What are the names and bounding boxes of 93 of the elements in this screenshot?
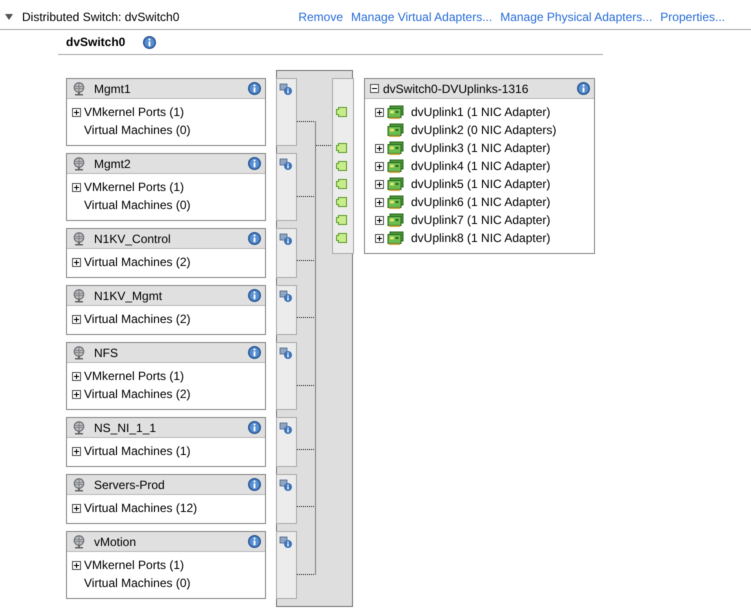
- uplink-port-icon[interactable]: [336, 143, 347, 153]
- network-icon: [72, 156, 86, 170]
- port-group-slot: [276, 474, 297, 524]
- network-icon: [72, 82, 86, 96]
- uplink-port-icon[interactable]: [336, 215, 347, 225]
- expand-icon[interactable]: [375, 144, 384, 152]
- info-icon[interactable]: [143, 36, 156, 48]
- collapse-icon[interactable]: [4, 12, 14, 22]
- nic-card-icon: [387, 141, 404, 155]
- tree-item[interactable]: Virtual Machines (12): [84, 499, 198, 517]
- port-group-icon[interactable]: [280, 422, 292, 434]
- info-icon[interactable]: [248, 535, 261, 548]
- tree-item[interactable]: VMkernel Ports (1): [84, 103, 184, 121]
- expand-icon[interactable]: [375, 108, 384, 116]
- network-icon: [72, 478, 86, 492]
- port-group-slot: [276, 417, 297, 467]
- action-link[interactable]: Manage Physical Adapters...: [500, 8, 652, 26]
- expand-icon[interactable]: [72, 504, 81, 512]
- expand-icon[interactable]: [72, 560, 81, 570]
- expand-icon[interactable]: [375, 180, 384, 188]
- network-icon: [72, 420, 86, 434]
- info-icon[interactable]: [248, 421, 261, 434]
- port-group-slot: [276, 78, 297, 146]
- section-title: Distributed Switch: dvSwitch0: [22, 9, 180, 26]
- port-group-icon[interactable]: [280, 84, 292, 95]
- info-icon[interactable]: [248, 478, 261, 491]
- uplink-item[interactable]: dvUplink2 (0 NIC Adapters): [411, 121, 556, 139]
- collapse-icon[interactable]: [370, 84, 379, 93]
- nic-card-icon: [387, 123, 404, 137]
- tree-item[interactable]: Virtual Machines (2): [84, 253, 190, 271]
- uplink-item[interactable]: dvUplink1 (1 NIC Adapter): [411, 103, 550, 121]
- info-icon[interactable]: [248, 157, 261, 170]
- nic-card-icon: [387, 213, 404, 227]
- port-group-icon[interactable]: [280, 536, 292, 548]
- expand-icon[interactable]: [72, 390, 81, 398]
- tree-item[interactable]: Virtual Machines (2): [84, 310, 190, 328]
- tree-item[interactable]: Virtual Machines (2): [84, 385, 190, 403]
- nic-card-icon: [387, 195, 404, 209]
- uplink-item[interactable]: dvUplink3 (1 NIC Adapter): [411, 139, 550, 157]
- expand-icon[interactable]: [375, 234, 384, 242]
- tree-item[interactable]: Virtual Machines (0): [84, 574, 190, 592]
- uplink-port-icon[interactable]: [336, 161, 347, 171]
- port-group-icon[interactable]: [280, 234, 292, 245]
- uplink-item[interactable]: dvUplink8 (1 NIC Adapter): [411, 229, 550, 247]
- network-icon: [72, 346, 86, 360]
- info-icon[interactable]: [248, 346, 261, 359]
- uplink-port-icon[interactable]: [336, 107, 347, 117]
- info-icon[interactable]: [248, 82, 261, 95]
- uplink-port-icon[interactable]: [336, 179, 347, 189]
- nic-card-icon: [387, 105, 404, 119]
- info-icon[interactable]: [577, 82, 590, 95]
- tree-item[interactable]: VMkernel Ports (1): [84, 556, 184, 574]
- expand-icon[interactable]: [375, 198, 384, 206]
- port-group-icon[interactable]: [280, 348, 292, 359]
- expand-icon[interactable]: [72, 446, 81, 456]
- network-icon: [72, 534, 86, 548]
- expand-icon[interactable]: [72, 258, 81, 266]
- expand-icon[interactable]: [375, 162, 384, 170]
- expand-icon[interactable]: [72, 372, 81, 380]
- port-group-slot: [276, 228, 297, 278]
- action-link[interactable]: Properties...: [660, 8, 725, 26]
- switch-name: dvSwitch0: [66, 34, 126, 51]
- tree-item[interactable]: Virtual Machines (0): [84, 121, 190, 139]
- action-link[interactable]: Remove: [298, 8, 343, 26]
- uplink-item[interactable]: dvUplink5 (1 NIC Adapter): [411, 175, 550, 193]
- uplink-port-icon[interactable]: [336, 233, 347, 243]
- uplink-port-icon[interactable]: [336, 197, 347, 207]
- port-group-slot: [276, 531, 297, 599]
- expand-icon[interactable]: [72, 182, 81, 192]
- expand-icon[interactable]: [72, 108, 81, 116]
- info-icon[interactable]: [248, 232, 261, 245]
- port-group-slot: [276, 153, 297, 221]
- uplink-item[interactable]: dvUplink6 (1 NIC Adapter): [411, 193, 550, 211]
- tree-item[interactable]: Virtual Machines (0): [84, 196, 190, 214]
- uplink-item[interactable]: dvUplink4 (1 NIC Adapter): [411, 157, 550, 175]
- network-icon: [72, 232, 86, 246]
- action-link[interactable]: Manage Virtual Adapters...: [351, 8, 492, 26]
- nic-card-icon: [387, 231, 404, 245]
- expand-icon[interactable]: [375, 216, 384, 224]
- uplink-item[interactable]: dvUplink7 (1 NIC Adapter): [411, 211, 550, 229]
- port-group-slot: [276, 285, 297, 335]
- network-icon: [72, 288, 86, 302]
- nic-card-icon: [387, 177, 404, 191]
- port-group-icon[interactable]: [280, 480, 292, 491]
- port-group-slot: [276, 342, 297, 410]
- tree-item[interactable]: Virtual Machines (1): [84, 442, 190, 460]
- tree-item[interactable]: VMkernel Ports (1): [84, 178, 184, 196]
- port-group-icon[interactable]: [280, 158, 292, 170]
- tree-item[interactable]: VMkernel Ports (1): [84, 367, 184, 385]
- port-group-icon[interactable]: [280, 290, 292, 302]
- expand-icon[interactable]: [72, 314, 81, 324]
- nic-card-icon: [387, 159, 404, 173]
- info-icon[interactable]: [248, 289, 261, 302]
